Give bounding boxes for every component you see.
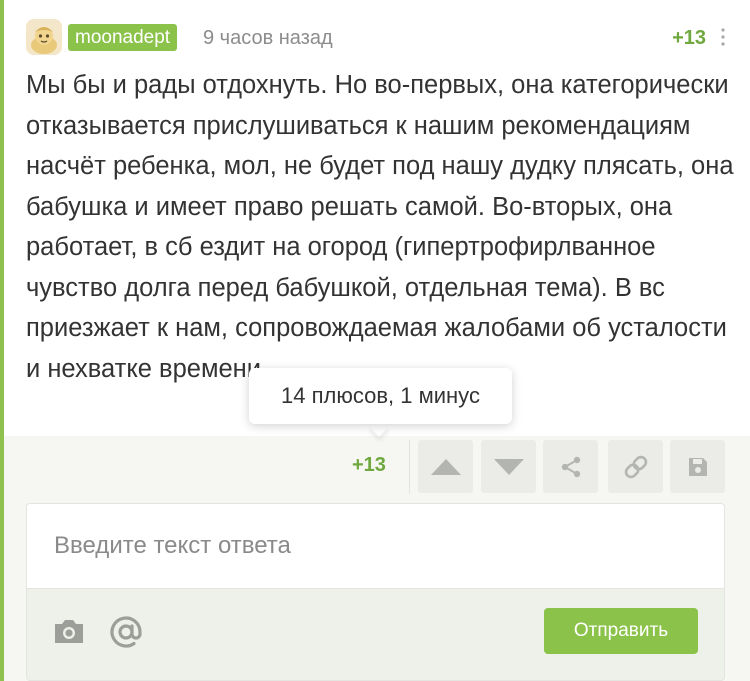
avatar[interactable] bbox=[26, 19, 62, 55]
rating-counter[interactable]: +13 bbox=[352, 453, 386, 477]
arrow-up-icon bbox=[430, 458, 461, 475]
camera-icon[interactable] bbox=[52, 616, 86, 646]
reply-input[interactable] bbox=[27, 504, 724, 589]
comment-header: moonadept 9 часов назад +13 bbox=[26, 18, 736, 58]
rating-tooltip: 14 плюсов, 1 минус bbox=[249, 368, 512, 424]
comment-rating: +13 bbox=[672, 27, 706, 49]
more-options-icon[interactable] bbox=[716, 24, 730, 50]
reply-form: Отправить bbox=[26, 503, 725, 681]
upvote-button[interactable] bbox=[418, 440, 473, 493]
share-icon bbox=[561, 456, 580, 477]
save-button[interactable] bbox=[670, 440, 725, 493]
arrow-down-icon bbox=[493, 458, 524, 475]
comment-timestamp[interactable]: 9 часов назад bbox=[203, 26, 333, 50]
at-icon[interactable] bbox=[108, 614, 144, 650]
avatar-image bbox=[26, 19, 62, 55]
comment-body: Мы бы и рады отдохнуть. Но во-первых, он… bbox=[26, 71, 734, 383]
copy-link-button[interactable] bbox=[608, 440, 663, 493]
author-username[interactable]: moonadept bbox=[68, 24, 178, 51]
downvote-button[interactable] bbox=[481, 440, 536, 493]
link-icon bbox=[624, 455, 647, 478]
share-button[interactable] bbox=[543, 440, 598, 493]
submit-reply-button[interactable]: Отправить bbox=[544, 608, 698, 654]
save-icon bbox=[688, 457, 707, 476]
actions-divider bbox=[409, 440, 410, 494]
